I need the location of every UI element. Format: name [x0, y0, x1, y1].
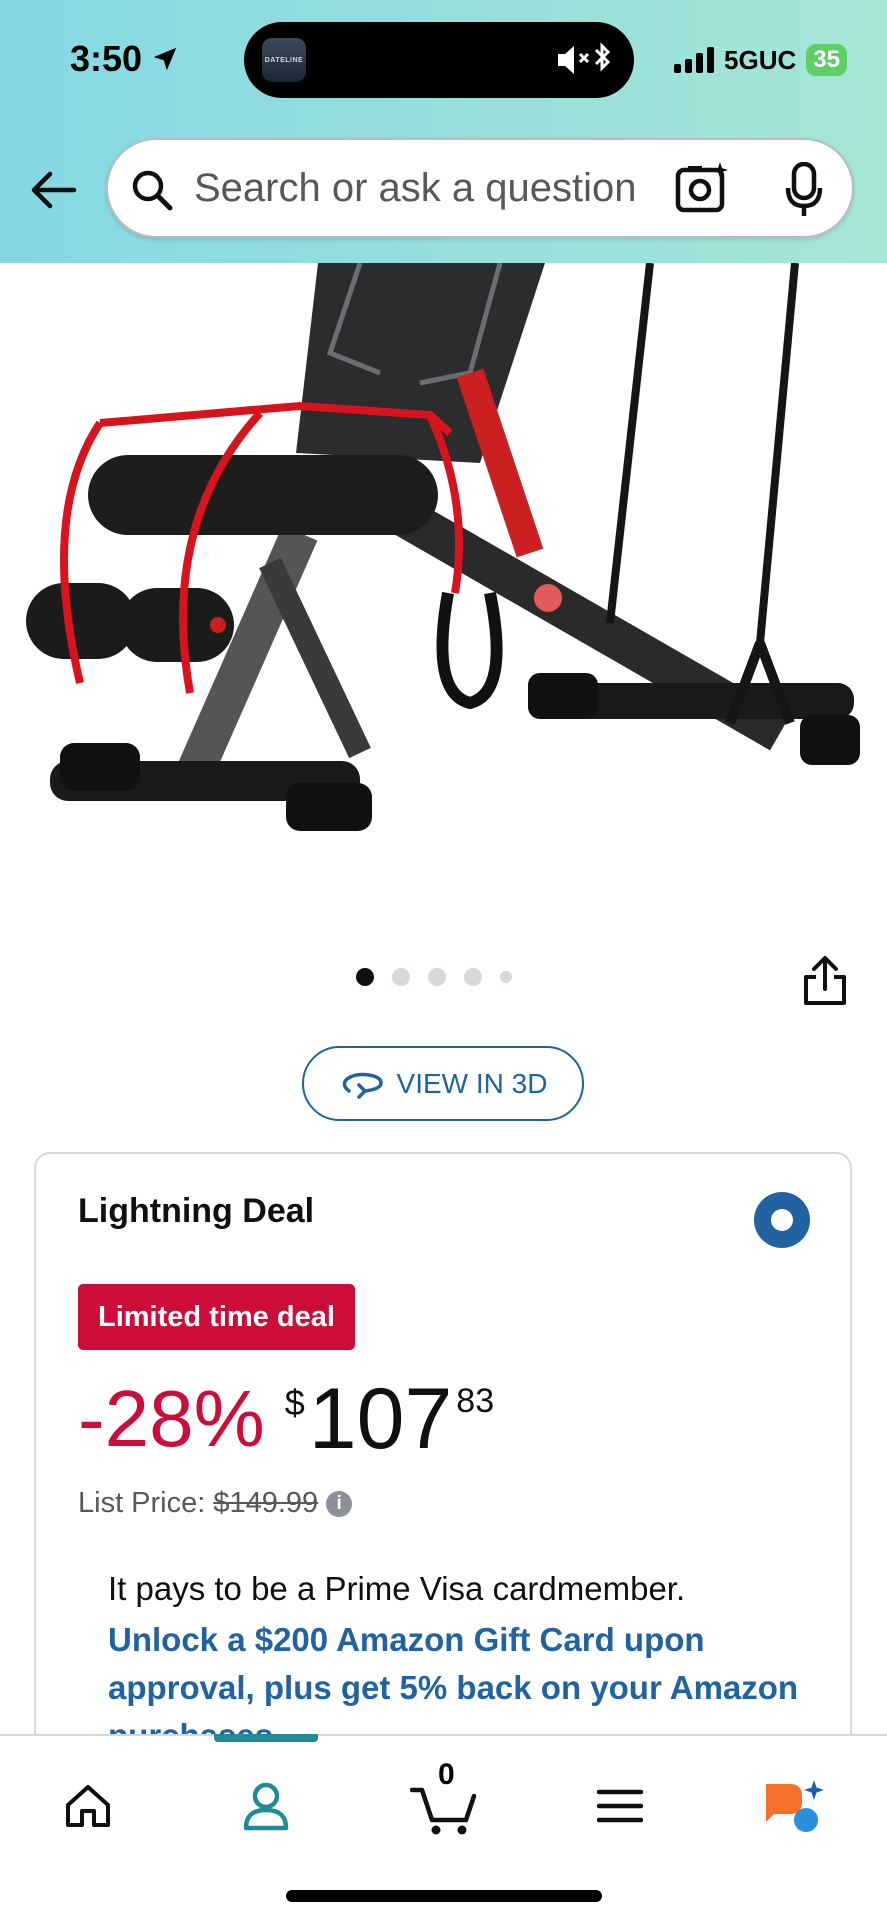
network-type: 5GUC [724, 44, 797, 75]
share-icon[interactable] [802, 955, 848, 1007]
buybox-card: Lightning Deal Limited time deal -28% $ … [34, 1152, 852, 1754]
tab-account[interactable] [226, 1766, 306, 1846]
cart-count: 0 [438, 1758, 455, 1791]
battery-indicator: 35 [806, 44, 847, 76]
view-in-3d-button[interactable]: VIEW IN 3D [302, 1046, 584, 1121]
discount-percent: -28% [78, 1374, 265, 1463]
carousel-dot[interactable] [428, 968, 446, 986]
carousel-dot[interactable] [464, 968, 482, 986]
home-indicator [286, 1890, 602, 1902]
mute-icon [558, 42, 611, 74]
search-bar[interactable] [106, 138, 854, 238]
price-currency: $ [284, 1382, 305, 1423]
dynamic-island: DATELINE [244, 22, 634, 98]
list-price: List Price: $149.99 i [78, 1487, 353, 1520]
menu-icon [597, 1789, 643, 1823]
deal-radio-button[interactable] [754, 1192, 810, 1248]
price-whole: 107 [308, 1371, 453, 1467]
image-carousel-indicator[interactable] [356, 968, 512, 986]
price-fraction: 83 [456, 1382, 495, 1420]
limited-time-deal-badge: Limited time deal [78, 1284, 355, 1350]
tab-menu[interactable] [580, 1766, 660, 1846]
price-row: -28% $ 107 83 [78, 1371, 495, 1467]
deal-title: Lightning Deal [78, 1192, 315, 1230]
bottom-tab-bar: 0 [0, 1734, 887, 1922]
status-indicators: 5GUC 35 [674, 44, 847, 76]
info-icon[interactable]: i [326, 1490, 353, 1517]
header: 3:50 DATELINE 5GUC 35 [0, 0, 887, 263]
home-icon [66, 1785, 110, 1827]
status-time-text: 3:50 [70, 38, 143, 79]
list-price-label: List Price: [78, 1487, 206, 1519]
tab-home[interactable] [48, 1766, 128, 1846]
active-tab-indicator [214, 1734, 318, 1742]
carousel-dot[interactable] [500, 971, 512, 983]
back-arrow-icon[interactable] [28, 168, 78, 212]
location-arrow-icon [153, 47, 177, 71]
tab-rufus[interactable] [754, 1766, 834, 1846]
search-input[interactable] [194, 160, 654, 216]
carousel-dot[interactable] [392, 968, 410, 986]
cellular-signal-icon [674, 47, 715, 73]
search-icon [132, 170, 173, 211]
carousel-dot[interactable] [356, 968, 374, 986]
camera-search-icon[interactable] [674, 160, 730, 216]
user-icon [243, 1782, 289, 1831]
now-playing-app-icon[interactable]: DATELINE [262, 38, 306, 82]
rotate-3d-icon [342, 1072, 383, 1099]
product-image[interactable] [0, 263, 887, 953]
rufus-assistant-icon [766, 1780, 824, 1832]
microphone-icon[interactable] [784, 162, 824, 218]
list-price-value: $149.99 [213, 1487, 319, 1519]
view-in-3d-label: VIEW IN 3D [396, 1067, 548, 1099]
prime-visa-promo-text: It pays to be a Prime Visa cardmember. [108, 1570, 686, 1607]
status-time: 3:50 [70, 38, 180, 80]
